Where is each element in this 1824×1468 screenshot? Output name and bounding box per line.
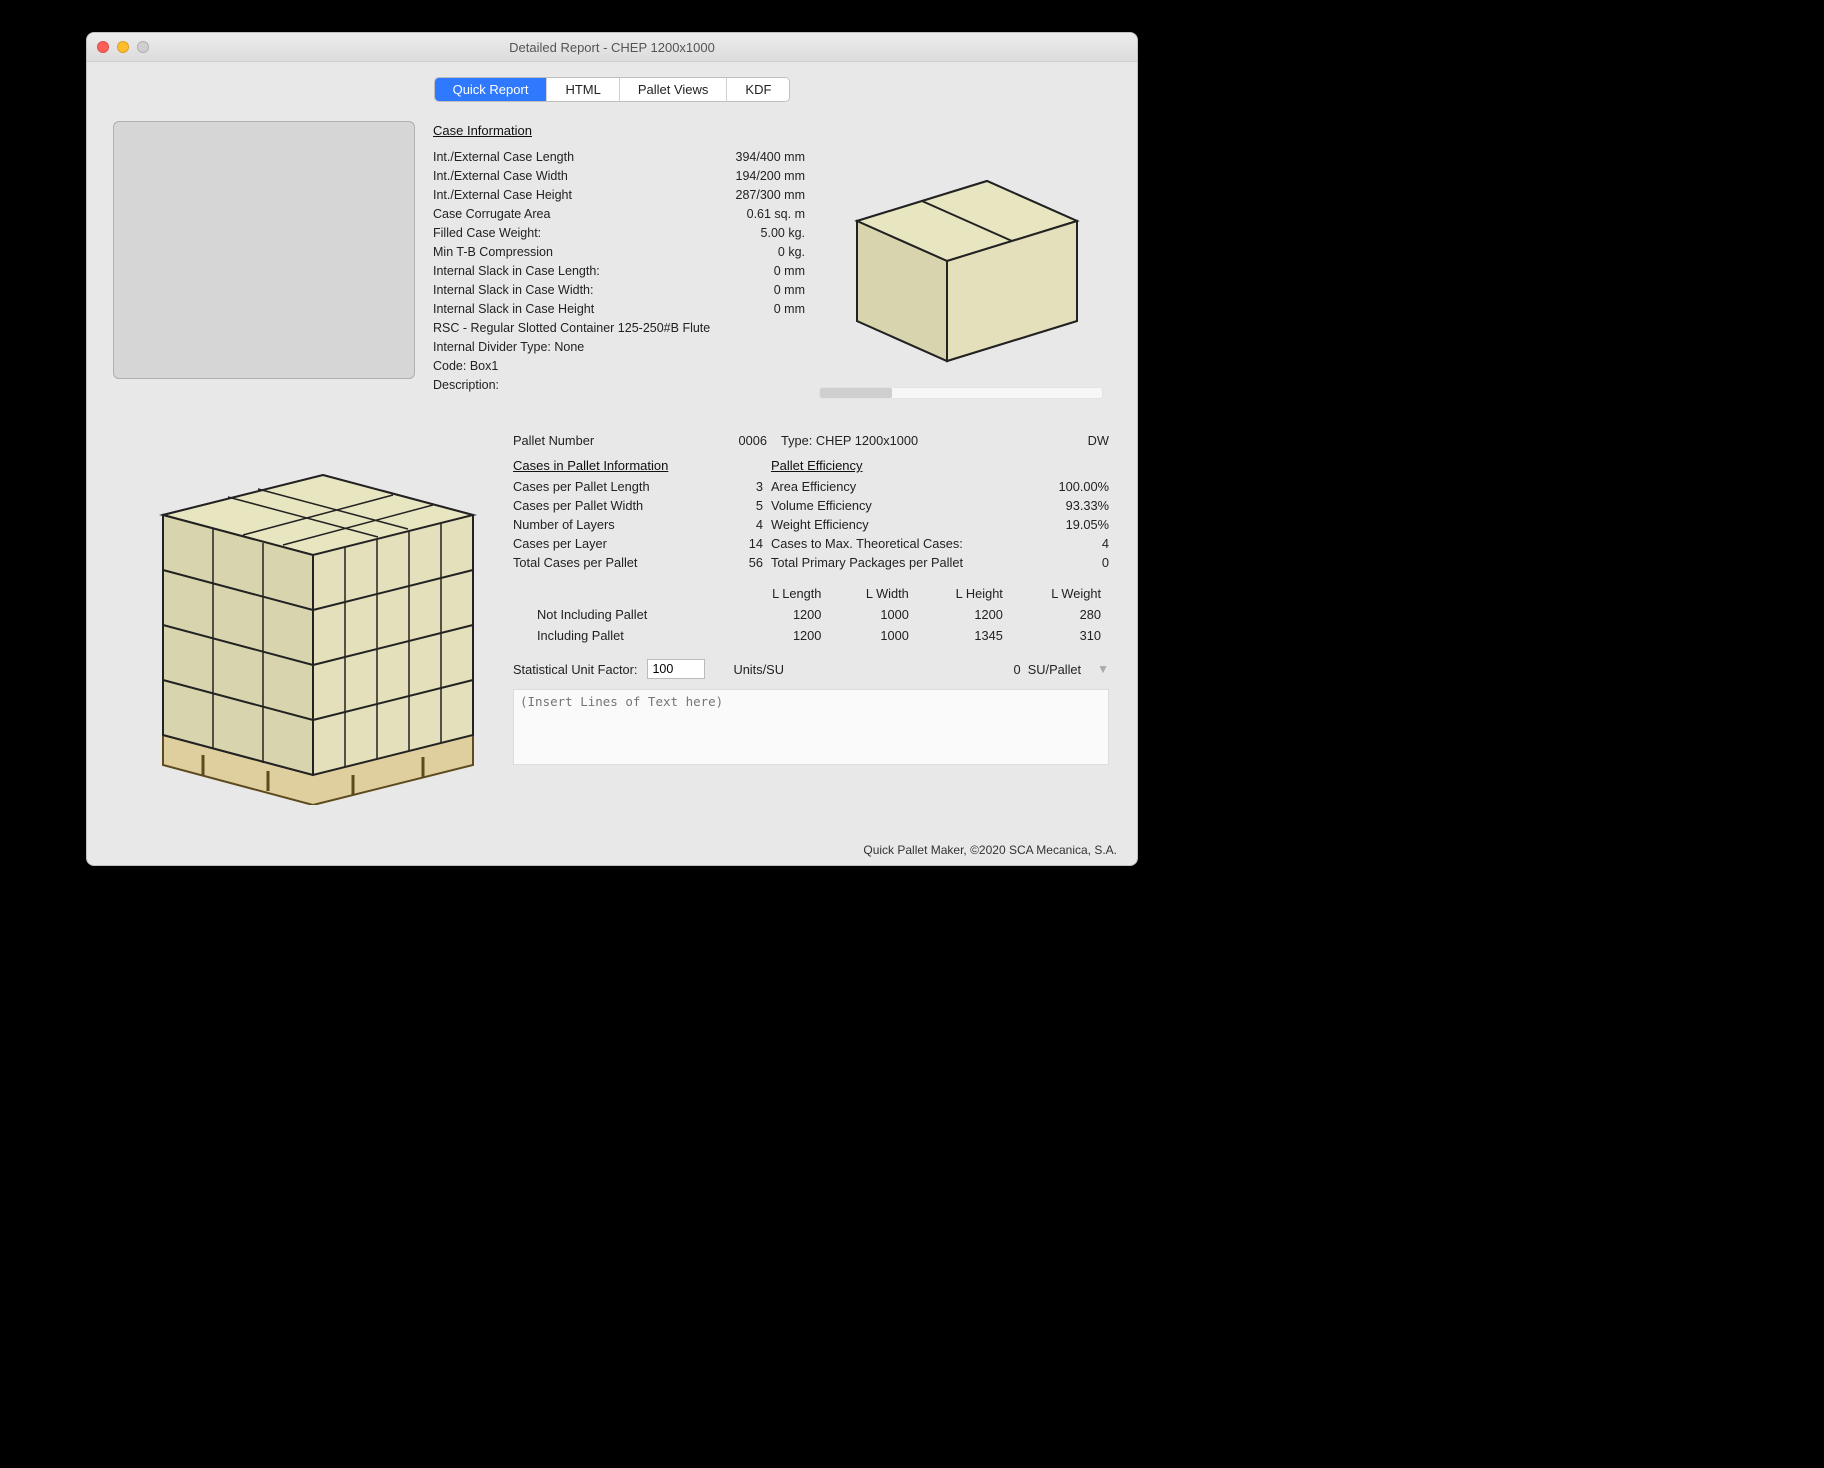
total-cases-value: 56 xyxy=(703,553,763,572)
number-of-layers-value: 4 xyxy=(703,515,763,534)
titlebar: Detailed Report - CHEP 1200x1000 xyxy=(87,33,1137,62)
table-row: Not Including Pallet 1200 1000 1200 280 xyxy=(515,605,1107,624)
weight-efficiency-value: 19.05% xyxy=(1049,515,1109,534)
total-cases-label: Total Cases per Pallet xyxy=(513,553,637,572)
case-width-label: Int./External Case Width xyxy=(433,167,568,186)
cases-per-layer-label: Cases per Layer xyxy=(513,534,607,553)
cases-per-length-label: Cases per Pallet Length xyxy=(513,477,650,496)
cases-in-pallet-header: Cases in Pallet Information xyxy=(513,458,763,473)
including-pallet-label: Including Pallet xyxy=(515,626,730,645)
pallet-efficiency-header: Pallet Efficiency xyxy=(771,458,1109,473)
tab-quick-report[interactable]: Quick Report xyxy=(435,78,548,101)
case-length-value: 394/400 mm xyxy=(736,148,805,167)
volume-efficiency-value: 93.33% xyxy=(1049,496,1109,515)
case-width-value: 194/200 mm xyxy=(736,167,805,186)
dim-h-width: L Width xyxy=(829,584,914,603)
window-controls xyxy=(97,41,149,53)
table-row: Including Pallet 1200 1000 1345 310 xyxy=(515,626,1107,645)
number-of-layers-label: Number of Layers xyxy=(513,515,615,534)
filled-weight-value: 5.00 kg. xyxy=(761,224,805,243)
case-information: Case Information Int./External Case Leng… xyxy=(433,121,805,395)
dim-h-height: L Height xyxy=(917,584,1009,603)
weight-efficiency-label: Weight Efficiency xyxy=(771,515,869,534)
pallet-type: Type: CHEP 1200x1000 xyxy=(781,433,1061,448)
case-height-value: 287/300 mm xyxy=(736,186,805,205)
primary-packages-label: Total Primary Packages per Pallet xyxy=(771,553,963,572)
container-type: RSC - Regular Slotted Container 125-250#… xyxy=(433,319,805,338)
su-per-pallet-value: 0 xyxy=(1014,662,1021,677)
cases-per-width-label: Cases per Pallet Width xyxy=(513,496,643,515)
cases-to-max-value: 4 xyxy=(1049,534,1109,553)
area-efficiency-value: 100.00% xyxy=(1049,477,1109,496)
slack-height-value: 0 mm xyxy=(774,300,805,319)
cases-to-max-label: Cases to Max. Theoretical Cases: xyxy=(771,534,963,553)
minimize-icon[interactable] xyxy=(117,41,129,53)
tab-html[interactable]: HTML xyxy=(547,78,619,101)
case-description: Description: xyxy=(433,376,805,395)
slack-width-label: Internal Slack in Case Width: xyxy=(433,281,594,300)
slack-length-value: 0 mm xyxy=(774,262,805,281)
notes-textarea[interactable] xyxy=(513,689,1109,765)
case-thumbnail xyxy=(113,121,415,379)
window-title: Detailed Report - CHEP 1200x1000 xyxy=(87,40,1137,55)
tab-kdf[interactable]: KDF xyxy=(727,78,789,101)
footer-credits: Quick Pallet Maker, ©2020 SCA Mecanica, … xyxy=(863,843,1117,857)
min-tb-label: Min T-B Compression xyxy=(433,243,553,262)
dim-h-weight: L Weight xyxy=(1011,584,1107,603)
corrugate-area-value: 0.61 sq. m xyxy=(747,205,805,224)
slack-height-label: Internal Slack in Case Height xyxy=(433,300,594,319)
cases-per-layer-value: 14 xyxy=(703,534,763,553)
dim-h-length: L Length xyxy=(732,584,827,603)
case-illustration xyxy=(817,141,1107,371)
slack-width-value: 0 mm xyxy=(774,281,805,300)
pallet-number-label: Pallet Number xyxy=(513,433,713,448)
volume-efficiency-label: Volume Efficiency xyxy=(771,496,872,515)
pallet-illustration xyxy=(133,425,503,805)
progress-fill xyxy=(820,388,892,398)
primary-packages-value: 0 xyxy=(1049,553,1109,572)
area-efficiency-label: Area Efficiency xyxy=(771,477,856,496)
not-including-pallet-label: Not Including Pallet xyxy=(515,605,730,624)
close-icon[interactable] xyxy=(97,41,109,53)
tab-pallet-views[interactable]: Pallet Views xyxy=(620,78,728,101)
zoom-icon[interactable] xyxy=(137,41,149,53)
dimensions-table: L Length L Width L Height L Weight Not I… xyxy=(513,582,1109,647)
su-per-pallet-label: SU/Pallet xyxy=(1028,662,1081,677)
stat-unit-factor-input[interactable] xyxy=(647,659,705,679)
pallet-number-value: 0006 xyxy=(721,433,773,448)
min-tb-value: 0 kg. xyxy=(778,243,805,262)
case-length-label: Int./External Case Length xyxy=(433,148,574,167)
corrugate-area-label: Case Corrugate Area xyxy=(433,205,550,224)
report-window: Detailed Report - CHEP 1200x1000 Quick R… xyxy=(86,32,1138,866)
stat-unit-factor-label: Statistical Unit Factor: xyxy=(513,662,637,677)
case-height-label: Int./External Case Height xyxy=(433,186,572,205)
cases-per-width-value: 5 xyxy=(703,496,763,515)
divider-type: Internal Divider Type: None xyxy=(433,338,805,357)
slack-length-label: Internal Slack in Case Length: xyxy=(433,262,600,281)
filled-weight-label: Filled Case Weight: xyxy=(433,224,541,243)
pallet-dw: DW xyxy=(1069,433,1109,448)
pallet-information: Pallet Number 0006 Type: CHEP 1200x1000 … xyxy=(513,433,1109,768)
progress-scrubber[interactable] xyxy=(819,387,1103,399)
case-code: Code: Box1 xyxy=(433,357,805,376)
units-per-su-label: Units/SU xyxy=(733,662,784,677)
dropdown-icon[interactable]: ▼ xyxy=(1091,662,1109,676)
case-information-header: Case Information xyxy=(433,121,805,140)
cases-per-length-value: 3 xyxy=(703,477,763,496)
report-tabs: Quick Report HTML Pallet Views KDF xyxy=(87,77,1137,102)
